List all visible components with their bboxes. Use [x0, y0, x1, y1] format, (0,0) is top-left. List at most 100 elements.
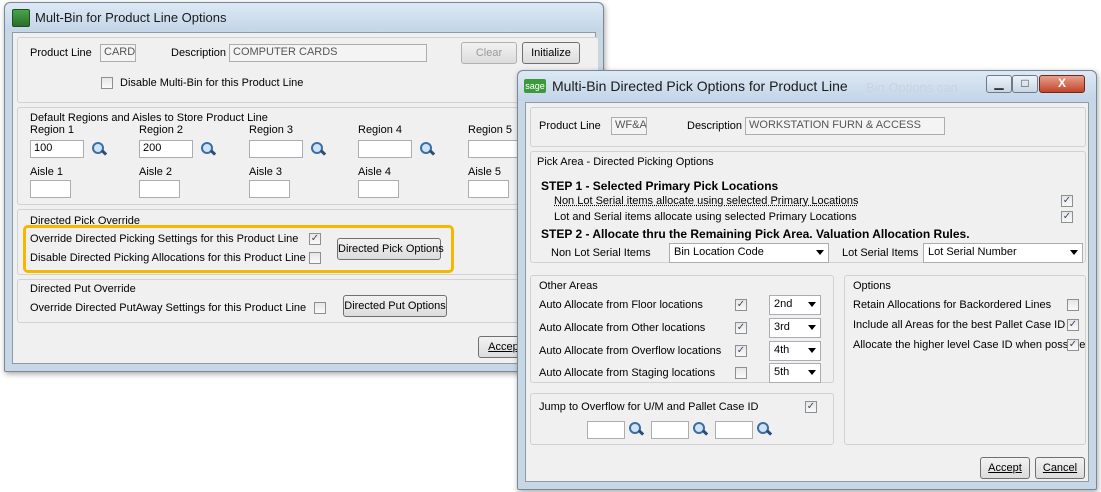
step1-non-lot-checkbox[interactable]: ✓ — [1061, 195, 1073, 207]
region-4-input[interactable] — [358, 140, 412, 158]
region-3-label: Region 3 — [249, 124, 294, 136]
region-3-search-icon[interactable] — [310, 141, 327, 157]
retain-allocations-label: Retain Allocations for Backordered Lines — [853, 299, 1052, 311]
include-all-areas-label: Include all Areas for the best Pallet Ca… — [853, 319, 1066, 331]
aisle-4-label: Aisle 4 — [358, 166, 392, 178]
other-priority-select[interactable]: 3rd — [769, 318, 821, 338]
directed-pick-options-button[interactable]: Directed Pick Options — [337, 238, 444, 260]
window-title: Multi-Bin Directed Pick Options for Prod… — [552, 78, 848, 94]
aisle-3-input[interactable] — [249, 180, 290, 198]
window-client: Product Line CARD Description COMPUTER C… — [12, 32, 599, 364]
accept-button[interactable]: Accept — [980, 457, 1030, 479]
staging-locations-label: Auto Allocate from Staging locations — [539, 367, 716, 379]
staging-priority-select[interactable]: 5th — [769, 363, 821, 383]
description-label: Description — [687, 120, 743, 132]
description-field: WORKSTATION FURN & ACCESS — [745, 117, 945, 135]
jump-overflow-checkbox[interactable]: ✓ — [805, 401, 817, 413]
override-pick-checkbox[interactable]: ✓ — [309, 233, 321, 245]
aisle-1-input[interactable] — [30, 180, 71, 198]
jump-field-2-input[interactable] — [651, 421, 689, 439]
lot-serial-select[interactable]: Lot Serial Number — [923, 243, 1083, 263]
staging-locations-checkbox[interactable] — [735, 367, 747, 379]
aisle-5-label: Aisle 5 — [468, 166, 502, 178]
pick-area-group-label: Pick Area - Directed Picking Options — [537, 156, 714, 168]
chevron-down-icon — [808, 302, 816, 307]
disable-pick-checkbox[interactable] — [309, 252, 321, 264]
step1-lot-checkbox[interactable]: ✓ — [1061, 211, 1073, 223]
step1-item-lot: Lot and Serial items allocate using sele… — [554, 211, 857, 223]
higher-level-case-checkbox[interactable]: ✓ — [1067, 339, 1079, 351]
directed-pick-options-window: sage Multi-Bin Directed Pick Options for… — [517, 70, 1097, 490]
multibin-product-line-window: Mult-Bin for Product Line Options Produc… — [4, 2, 604, 372]
jump-field-1-search-icon[interactable] — [628, 421, 645, 437]
chevron-down-icon — [1070, 250, 1078, 255]
aisle-4-input[interactable] — [358, 180, 399, 198]
overflow-priority-select[interactable]: 4th — [769, 341, 821, 361]
region-1-label: Region 1 — [30, 124, 75, 136]
higher-level-case-label: Allocate the higher level Case ID when p… — [853, 339, 1086, 351]
include-all-areas-checkbox[interactable]: ✓ — [1067, 319, 1079, 331]
other-locations-label: Auto Allocate from Other locations — [539, 322, 706, 334]
product-line-field[interactable]: WF&A — [611, 117, 647, 135]
title-ghost-text: Bin Options can — [866, 80, 958, 95]
front-header-panel: Product Line WF&A Description WORKSTATIO… — [530, 107, 1086, 147]
region-4-search-icon[interactable] — [419, 141, 436, 157]
directed-put-options-button[interactable]: Directed Put Options — [343, 295, 447, 317]
description-field: COMPUTER CARDS — [229, 44, 427, 62]
chevron-down-icon — [808, 348, 816, 353]
product-line-field[interactable]: CARD — [100, 44, 136, 62]
overflow-locations-checkbox[interactable]: ✓ — [735, 345, 747, 357]
region-1-input[interactable]: 100 — [30, 140, 84, 158]
region-5-label: Region 5 — [468, 124, 513, 136]
aisle-1-label: Aisle 1 — [30, 166, 64, 178]
product-line-label: Product Line — [539, 120, 601, 132]
close-button[interactable]: X — [1039, 75, 1085, 93]
region-1-search-icon[interactable] — [91, 141, 108, 157]
options-panel: Options Retain Allocations for Backorder… — [844, 275, 1086, 445]
override-put-checkbox[interactable] — [314, 302, 326, 314]
regions-group-label: Default Regions and Aisles to Store Prod… — [30, 112, 268, 124]
disable-multibin-checkbox[interactable] — [101, 77, 113, 89]
region-2-search-icon[interactable] — [200, 141, 217, 157]
aisle-2-input[interactable] — [139, 180, 180, 198]
put-override-group-label: Directed Put Override — [30, 283, 136, 295]
jump-field-2-search-icon[interactable] — [692, 421, 709, 437]
jump-overflow-label: Jump to Overflow for U/M and Pallet Case… — [539, 401, 759, 413]
overflow-locations-label: Auto Allocate from Overflow locations — [539, 345, 722, 357]
clear-button[interactable]: Clear — [461, 42, 517, 64]
non-lot-serial-select[interactable]: Bin Location Code — [669, 243, 829, 263]
region-4-label: Region 4 — [358, 124, 403, 136]
step1-title: STEP 1 - Selected Primary Pick Locations — [541, 179, 779, 193]
maximize-button[interactable]: □ — [1012, 75, 1038, 93]
minimize-button[interactable]: ▁ — [986, 75, 1012, 93]
title-bar[interactable]: Mult-Bin for Product Line Options — [5, 3, 603, 31]
window-client: Product Line WF&A Description WORKSTATIO… — [525, 102, 1089, 482]
jump-field-1-input[interactable] — [587, 421, 625, 439]
chevron-down-icon — [816, 250, 824, 255]
override-pick-label: Override Directed Picking Settings for t… — [30, 233, 299, 245]
header-panel: Product Line CARD Description COMPUTER C… — [17, 37, 599, 103]
jump-field-3-search-icon[interactable] — [756, 421, 773, 437]
other-locations-checkbox[interactable]: ✓ — [735, 322, 747, 334]
region-5-input[interactable] — [468, 140, 522, 158]
other-areas-panel: Other Areas Auto Allocate from Floor loc… — [530, 275, 834, 383]
initialize-button[interactable]: Initialize — [522, 42, 580, 64]
aisle-3-label: Aisle 3 — [249, 166, 283, 178]
floor-locations-checkbox[interactable]: ✓ — [735, 299, 747, 311]
floor-locations-label: Auto Allocate from Floor locations — [539, 299, 703, 311]
other-areas-group-label: Other Areas — [539, 280, 598, 292]
put-override-panel: Directed Put Override Override Directed … — [17, 279, 599, 323]
floor-priority-select[interactable]: 2nd — [769, 295, 821, 315]
step2-title: STEP 2 - Allocate thru the Remaining Pic… — [541, 227, 970, 241]
lot-serial-label: Lot Serial Items — [842, 247, 919, 259]
aisle-5-input[interactable] — [468, 180, 509, 198]
region-2-input[interactable]: 200 — [139, 140, 193, 158]
retain-allocations-checkbox[interactable] — [1067, 299, 1079, 311]
description-label: Description — [171, 47, 227, 59]
cancel-button[interactable]: Cancel — [1035, 457, 1085, 479]
title-bar[interactable]: sage Multi-Bin Directed Pick Options for… — [518, 71, 1096, 101]
region-3-input[interactable] — [249, 140, 303, 158]
jump-field-3-input[interactable] — [715, 421, 753, 439]
chevron-down-icon — [808, 325, 816, 330]
highlight-box: Override Directed Picking Settings for t… — [23, 225, 454, 273]
